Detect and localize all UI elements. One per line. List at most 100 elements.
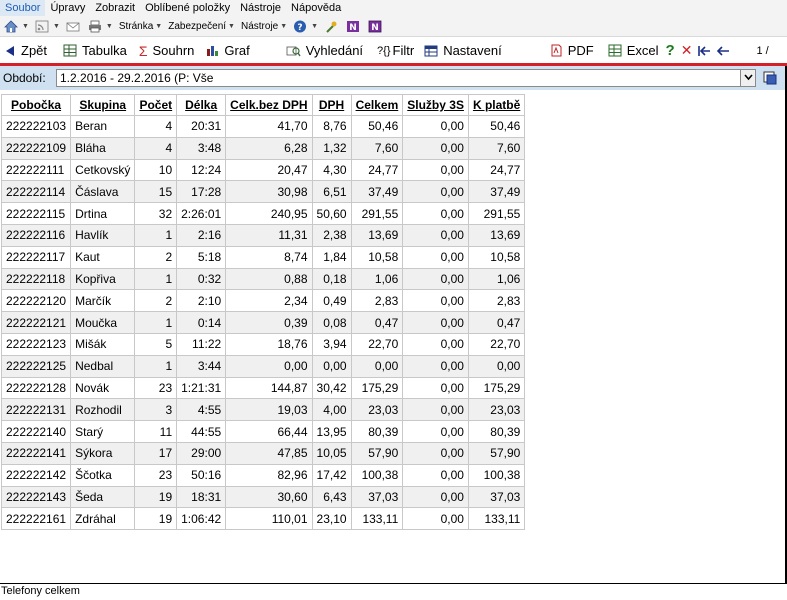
table-cell: 291,55 xyxy=(467,202,526,225)
column-header-dph[interactable]: DPH xyxy=(311,94,352,116)
table-row[interactable]: 222222131 Rozhodil 3 4:55 19,03 4,00 23,03 0,00… xyxy=(0,398,526,422)
table-cell: Marčík xyxy=(70,289,136,313)
column-header-pobocka[interactable]: Pobočka xyxy=(0,94,72,116)
addon-button-1[interactable] xyxy=(324,17,340,35)
search-label: Vyhledání xyxy=(305,43,364,58)
table-cell: 50:16 xyxy=(176,463,227,487)
addon-button-2[interactable]: N xyxy=(346,17,362,35)
table-cell: Šeda xyxy=(70,485,136,509)
table-cell: 0,18 xyxy=(311,267,352,291)
table-row[interactable]: 222222115 Drtina 32 2:26:01 240,95 50,60 291,5… xyxy=(0,202,526,225)
pdf-button[interactable]: PDF xyxy=(546,40,598,62)
table-row[interactable]: 222222116 Havlík 1 2:16 11,31 2,38 13,69 0,00 13… xyxy=(0,223,526,247)
table-cell: 291,55 xyxy=(350,202,404,225)
settings-table-icon xyxy=(424,45,438,56)
close-toolbar-button[interactable]: ✕ xyxy=(678,40,696,62)
back-button[interactable]: Zpět xyxy=(0,40,51,62)
summary-button[interactable]: Σ Souhrn xyxy=(135,40,199,62)
print-button[interactable]: ▼ xyxy=(88,17,113,35)
table-row[interactable]: 222222140 Starý 11 44:55 66,44 13,95 80,39 0,00… xyxy=(0,420,526,443)
table-row[interactable]: 222222114 Čáslava 15 17:28 30,98 6,51 37,49 0,0… xyxy=(0,180,526,204)
table-cell: 0,47 xyxy=(467,311,526,334)
period-apply-button[interactable] xyxy=(762,70,778,86)
table-row[interactable]: 222222141 Sýkora 17 29:00 47,85 10,05 57,90 0,0… xyxy=(0,441,526,465)
table-cell: 0,39 xyxy=(225,311,313,334)
first-page-button[interactable] xyxy=(695,40,714,62)
table-row[interactable]: 222222103 Beran 4 20:31 41,70 8,76 50,46 0,00 50… xyxy=(0,115,526,138)
table-row[interactable]: 222222117 Kaut 2 5:18 8,74 1,84 10,58 0,00 10,58 xyxy=(0,245,526,269)
table-cell: 6,28 xyxy=(225,136,313,160)
period-select[interactable]: 1.2.2016 - 29.2.2016 (P: Vše xyxy=(56,69,756,87)
filter-button[interactable]: ?{} Filtr xyxy=(373,40,418,62)
chevron-down-icon: ▼ xyxy=(311,22,319,30)
table-cell: 37,49 xyxy=(350,180,404,204)
mail-button[interactable] xyxy=(66,17,82,35)
column-header-sluzby-3s[interactable]: Služby 3S xyxy=(402,94,469,116)
menu-oblibene[interactable]: Oblíbené položky xyxy=(140,0,235,16)
table-row[interactable]: 222222128 Novák 23 1:21:31 144,87 30,42 175,29… xyxy=(0,376,526,400)
column-header-k-platbe[interactable]: K platbě xyxy=(467,94,526,116)
table-cell: 0,49 xyxy=(311,289,352,313)
table-row[interactable]: 222222111 Cetkovský 10 12:24 20,47 4,30 24,77 0… xyxy=(0,158,526,182)
table-row[interactable]: 222222120 Marčík 2 2:10 2,34 0,49 2,83 0,00 2,83 xyxy=(0,289,526,313)
addon-button-3[interactable]: N xyxy=(368,17,384,35)
table-cell: 20:31 xyxy=(176,115,227,138)
table-cell: 0,47 xyxy=(350,311,404,334)
column-header-pocet[interactable]: Počet xyxy=(134,94,178,116)
table-row[interactable]: 222222143 Šeda 19 18:31 30,60 6,43 37,03 0,00 37… xyxy=(0,485,526,509)
column-header-delka[interactable]: Délka xyxy=(176,94,227,116)
table-label: Tabulka xyxy=(82,43,127,58)
feeds-button[interactable]: ▼ xyxy=(35,17,60,35)
menu-zobrazit[interactable]: Zobrazit xyxy=(90,0,140,16)
menu-nastroje[interactable]: Nástroje xyxy=(235,0,286,16)
column-header-celk-bez-dph[interactable]: Celk.bez DPH xyxy=(225,94,313,116)
table-cell: 1,06 xyxy=(467,267,526,291)
table-cell: 222222128 xyxy=(0,376,72,400)
help-button[interactable]: ? ▼ xyxy=(293,17,318,35)
table-button[interactable]: Tabulka xyxy=(59,40,131,62)
table-cell: 24,77 xyxy=(467,158,526,182)
home-button[interactable]: ▼ xyxy=(4,17,29,35)
table-row[interactable]: 222222125 Nedbal 1 3:44 0,00 0,00 0,00 0,00 0,00 xyxy=(0,354,526,378)
table-row[interactable]: 222222161 Zdráhal 19 1:06:42 110,01 23,10 133,… xyxy=(0,507,526,531)
table-row[interactable]: 222222121 Moučka 1 0:14 0,39 0,08 0,47 0,00 0,47 xyxy=(0,311,526,334)
table-cell: 82,96 xyxy=(225,463,313,487)
chevron-down-icon: ▼ xyxy=(52,22,60,30)
security-menu[interactable]: Zabezpečení ▼ xyxy=(168,17,235,35)
table-row[interactable]: 222222118 Kopřiva 1 0:32 0,88 0,18 1,06 0,00 1,0… xyxy=(0,267,526,291)
mail-icon xyxy=(66,22,80,31)
menu-napoveda[interactable]: Nápověda xyxy=(286,0,346,16)
table-cell: 0,00 xyxy=(402,180,469,204)
table-cell: Kopřiva xyxy=(70,267,136,291)
menu-upravy[interactable]: Úpravy xyxy=(45,0,90,16)
table-cell: Kaut xyxy=(70,245,136,269)
help-toolbar-button[interactable]: ? xyxy=(663,40,678,62)
table-cell: 4,30 xyxy=(311,158,352,182)
settings-button[interactable]: Nastavení xyxy=(420,40,506,62)
table-cell: 41,70 xyxy=(225,115,313,138)
search-button[interactable]: Vyhledání xyxy=(282,40,367,62)
menu-soubor[interactable]: Soubor xyxy=(0,0,46,16)
table-cell: 23,03 xyxy=(467,398,526,422)
table-cell: 222222109 xyxy=(0,136,72,160)
table-cell: 37,49 xyxy=(467,180,526,204)
page-menu[interactable]: Stránka ▼ xyxy=(119,17,162,35)
table-cell: 222222161 xyxy=(0,507,72,531)
graph-button[interactable]: Graf xyxy=(202,40,253,62)
table-row[interactable]: 222222123 Mišák 5 11:22 18,76 3,94 22,70 0,00 22… xyxy=(0,332,526,356)
table-header-row: Pobočka Skupina Počet Délka Celk.bez DPH… xyxy=(0,94,526,116)
page-menu-label: Stránka xyxy=(118,20,154,32)
prev-page-button[interactable] xyxy=(714,40,732,62)
tools-menu[interactable]: Nástroje ▼ xyxy=(241,17,287,35)
menu-bar: Soubor Úpravy Zobrazit Oblíbené položky … xyxy=(0,0,787,16)
table-row[interactable]: 222222109 Bláha 4 3:48 6,28 1,32 7,60 0,00 7,60 xyxy=(0,136,526,160)
column-header-skupina[interactable]: Skupina xyxy=(70,94,136,116)
table-row[interactable]: 222222142 Ščotka 23 50:16 82,96 17,42 100,38 0,… xyxy=(0,463,526,487)
excel-button[interactable]: Excel xyxy=(604,40,663,62)
table-cell: 2 xyxy=(134,289,178,313)
column-header-celkem[interactable]: Celkem xyxy=(350,94,404,116)
feeds-icon xyxy=(35,20,49,32)
period-dropdown-button[interactable] xyxy=(740,70,755,86)
table-cell: 18:31 xyxy=(176,485,227,509)
table-cell: 100,38 xyxy=(350,463,404,487)
